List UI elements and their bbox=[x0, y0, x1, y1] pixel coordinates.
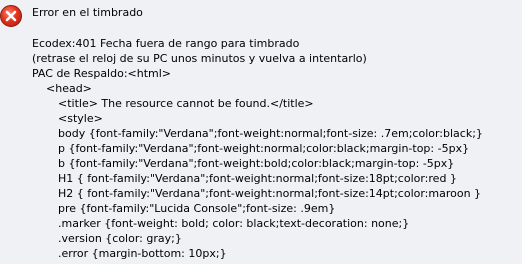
dialog-title: Error en el timbrado bbox=[32, 6, 143, 19]
html-line-css: H1 { font-family:"Verdana";font-weight:n… bbox=[58, 172, 457, 185]
html-line-css: .error {margin-bottom: 10px;} bbox=[58, 247, 227, 260]
html-line-css: p {font-family:"Verdana";font-weight:nor… bbox=[58, 142, 470, 155]
message-line: PAC de Respaldo:<html> bbox=[32, 67, 172, 80]
html-line-head: <head> bbox=[46, 82, 92, 95]
html-line-style: <style> bbox=[58, 112, 103, 125]
html-line-css: pre {font-family:"Lucida Console";font-s… bbox=[58, 202, 336, 215]
error-icon bbox=[0, 5, 22, 27]
html-line-css: b {font-family:"Verdana";font-weight:bol… bbox=[58, 157, 455, 170]
message-line: Ecodex:401 Fecha fuera de rango para tim… bbox=[32, 37, 300, 50]
message-line: (retrase el reloj de su PC unos minutos … bbox=[32, 52, 367, 65]
html-line-css: body {font-family:"Verdana";font-weight:… bbox=[58, 127, 483, 140]
html-line-css: .version {color: gray;} bbox=[58, 232, 182, 245]
error-x-glyph bbox=[5, 10, 17, 22]
html-line-css: H2 { font-family:"Verdana";font-weight:n… bbox=[58, 187, 482, 200]
html-line-css: .marker {font-weight: bold; color: black… bbox=[58, 217, 410, 230]
dialog-message: Ecodex:401 Fecha fuera de rango para tim… bbox=[32, 36, 483, 261]
html-line-title: <title> The resource cannot be found.</t… bbox=[58, 97, 314, 110]
